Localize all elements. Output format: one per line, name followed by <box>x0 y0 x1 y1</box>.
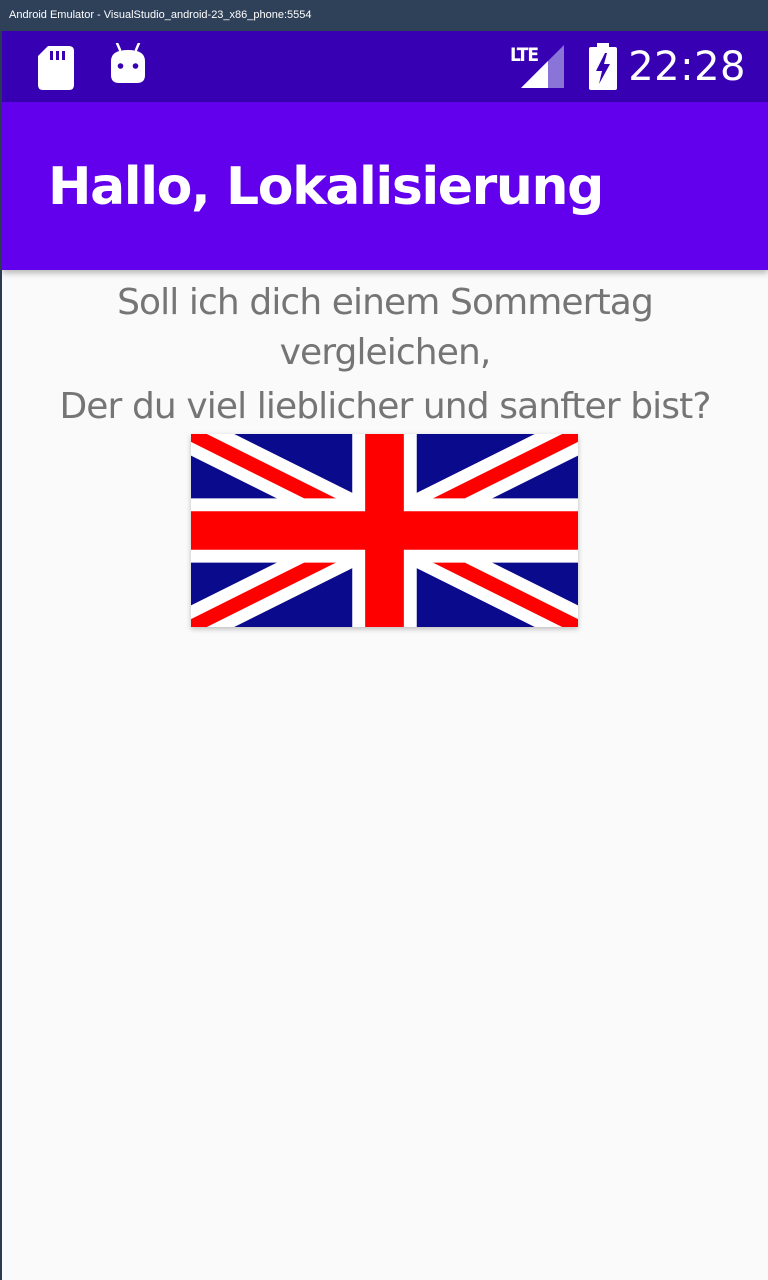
uk-flag-image <box>191 434 578 627</box>
emulator-window-title: Android Emulator - VisualStudio_android-… <box>0 0 768 31</box>
lte-label: LTE <box>510 44 539 66</box>
status-time: 22:28 <box>628 44 746 90</box>
poem-line-1: Soll ich dich einem Sommertag vergleiche… <box>117 282 654 373</box>
poem-line-2: Der du viel lieblicher und sanfter bist? <box>59 386 711 427</box>
app-title: Hallo, Lokalisierung <box>48 157 604 217</box>
app-bar: Hallo, Lokalisierung <box>2 102 768 270</box>
status-bar: LTE 22:28 <box>2 31 768 102</box>
sd-card-icon <box>38 46 74 90</box>
android-debug-icon <box>111 43 145 83</box>
battery-charging-icon <box>589 43 617 90</box>
device-screen: LTE 22:28 Hallo, Lokalisierung Soll ich … <box>2 31 768 1280</box>
main-content: Soll ich dich einem Sommertag vergleiche… <box>2 270 768 432</box>
lte-signal-icon: LTE <box>508 44 564 89</box>
